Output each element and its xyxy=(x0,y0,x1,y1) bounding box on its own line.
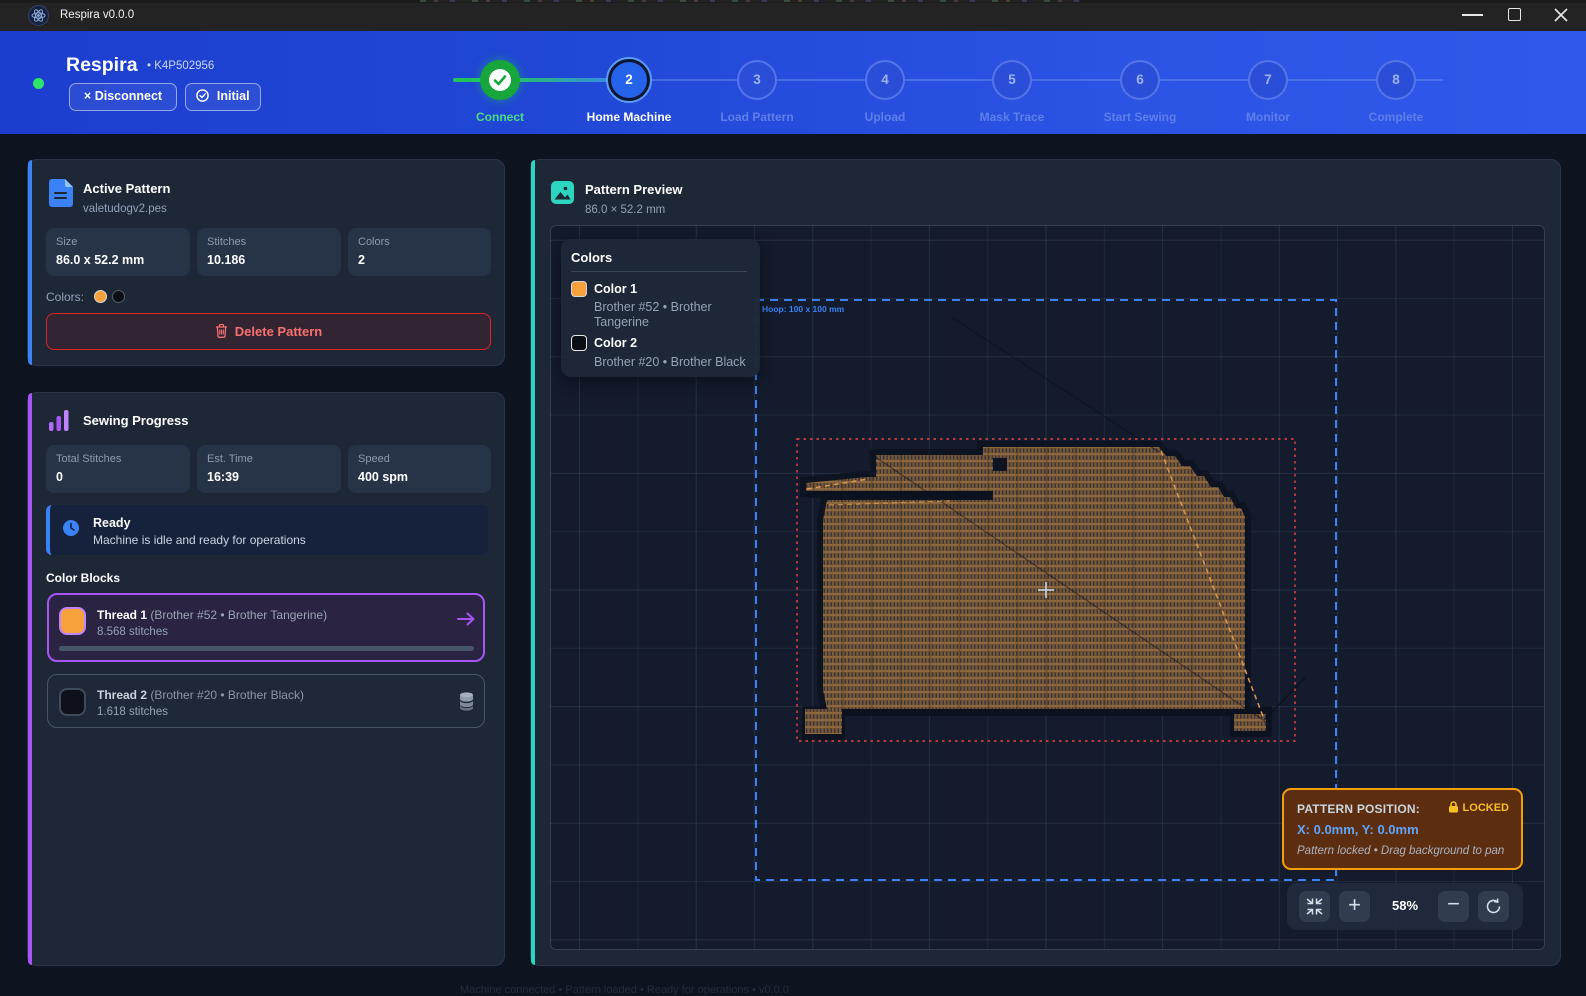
svg-text:Hoop: 100 x 100 mm: Hoop: 100 x 100 mm xyxy=(762,304,845,314)
